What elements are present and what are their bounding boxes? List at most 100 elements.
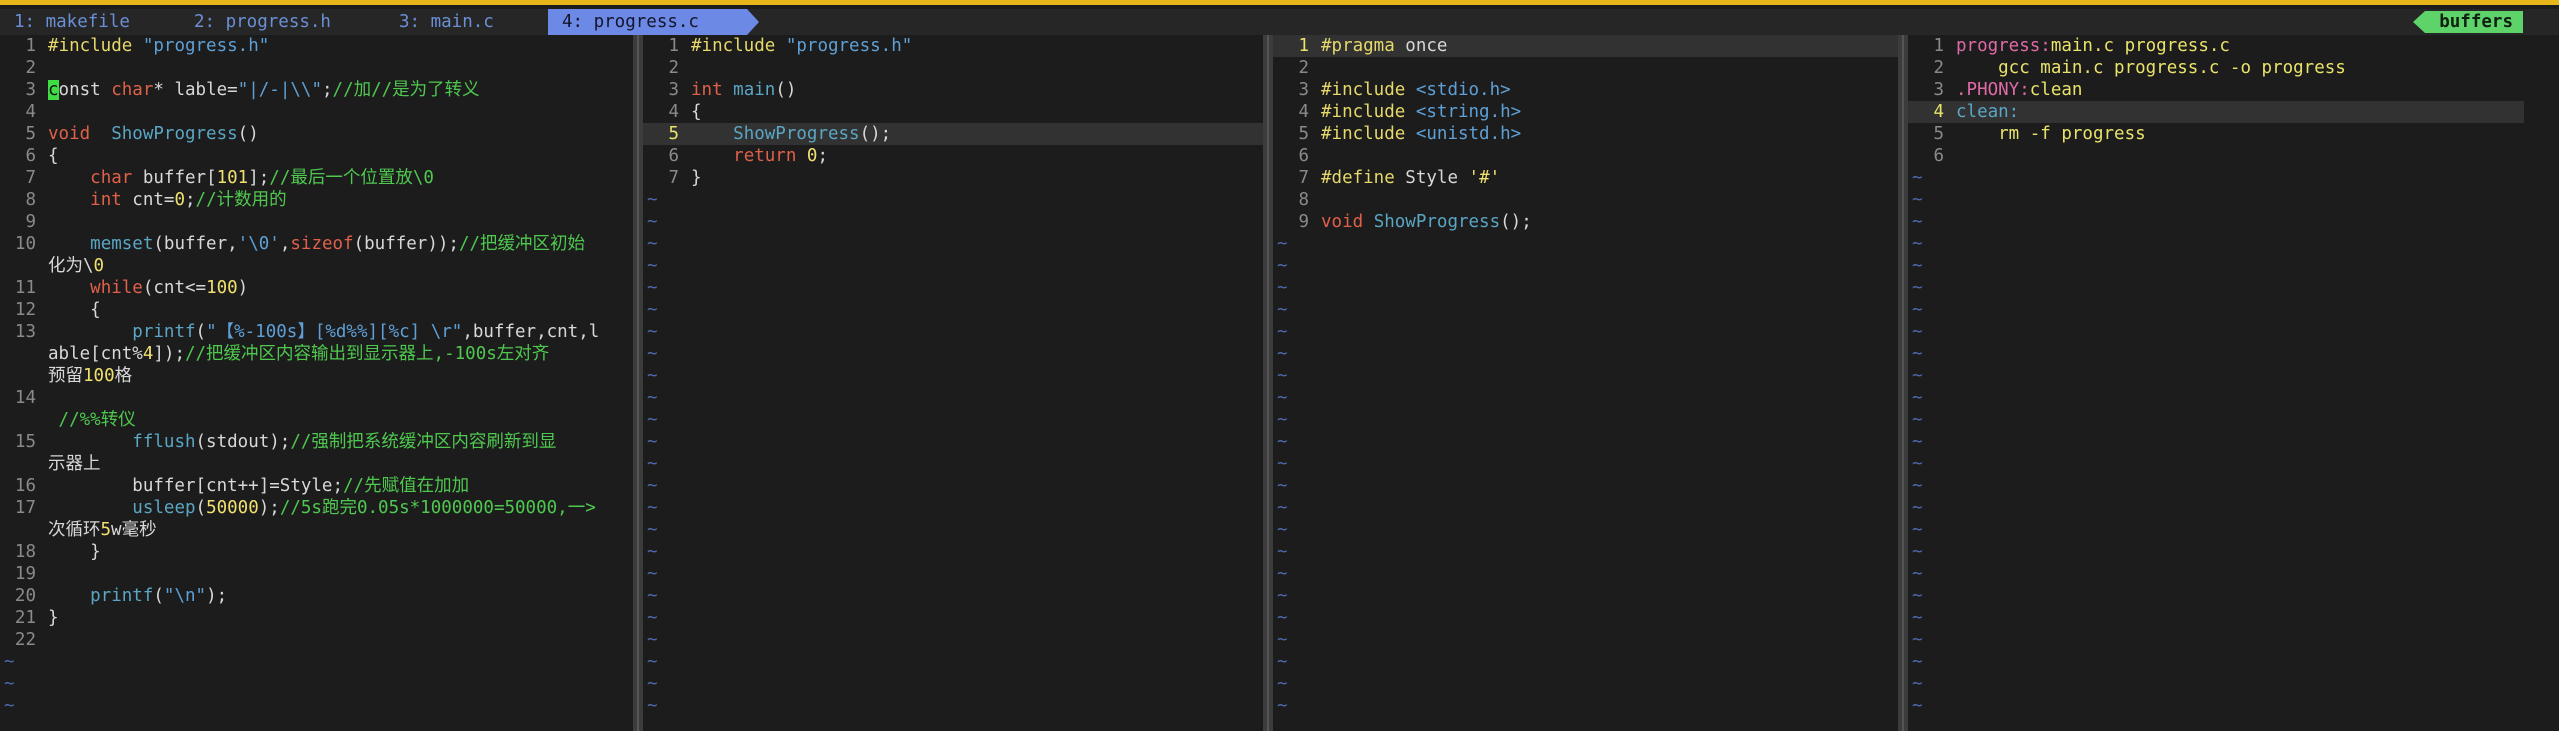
line-number: 3: [1298, 80, 1309, 100]
code-line[interactable]: 6 return 0;: [643, 145, 1263, 167]
code-line[interactable]: 14: [0, 387, 633, 409]
code-line[interactable]: 3 int main(): [643, 79, 1263, 101]
code-line[interactable]: 1 #pragma once: [1273, 35, 1898, 57]
code-line[interactable]: 2: [1273, 57, 1898, 79]
empty-line-marker: ~: [4, 652, 15, 672]
empty-line-marker: ~: [1912, 476, 1923, 496]
code-line[interactable]: 4: [0, 101, 633, 123]
code-line[interactable]: 12 {: [0, 299, 633, 321]
code-line[interactable]: 2: [643, 57, 1263, 79]
code-line[interactable]: 1 progress:main.c progress.c: [1908, 35, 2524, 57]
empty-line-marker: ~: [647, 520, 658, 540]
tab-progress-h[interactable]: 2: progress.h: [180, 9, 341, 35]
line-number: 5: [668, 124, 679, 144]
code-line[interactable]: 8 int cnt=0;//计数用的: [0, 189, 633, 211]
code-line[interactable]: 8: [1273, 189, 1898, 211]
code-line[interactable]: able[cnt%4]);//把缓冲区内容输出到显示器上,-100s左对齐: [0, 343, 633, 365]
code-line[interactable]: 6: [1273, 145, 1898, 167]
empty-line-marker: ~: [1277, 366, 1288, 386]
empty-line-marker: ~: [1277, 498, 1288, 518]
code-line[interactable]: 22: [0, 629, 633, 651]
code-line[interactable]: 化为\0: [0, 255, 633, 277]
line-number: 22: [14, 630, 36, 650]
empty-line-marker: ~: [1277, 300, 1288, 320]
tab-progress-c[interactable]: 4: progress.c: [548, 9, 759, 35]
editor-pane-makefile[interactable]: 1 progress:main.c progress.c 2 gcc main.c …: [1908, 35, 2524, 731]
empty-line-marker: ~: [647, 432, 658, 452]
code-line[interactable]: 15 fflush(stdout);//强制把系统缓冲区内容刷新到显: [0, 431, 633, 453]
line-text: while(cnt<=100): [90, 278, 249, 298]
tab-main-c[interactable]: 3: main.c: [385, 9, 504, 35]
code-line[interactable]: 6: [1908, 145, 2524, 167]
code-line[interactable]: 9 void ShowProgress();: [1273, 211, 1898, 233]
editor-pane-main-c[interactable]: 1 #include "progress.h" 2 3 int main() 4{5 Sh…: [643, 35, 1263, 731]
pane-divider[interactable]: [633, 35, 643, 731]
tab-label: 1: makefile: [14, 12, 130, 32]
line-number: 6: [668, 146, 679, 166]
line-number: 3: [1933, 80, 1944, 100]
line-number: 21: [14, 608, 36, 628]
code-line[interactable]: 11 while(cnt<=100): [0, 277, 633, 299]
code-line[interactable]: 3 #include <stdio.h>: [1273, 79, 1898, 101]
pane-divider[interactable]: [1898, 35, 1908, 731]
empty-line-marker: ~: [647, 498, 658, 518]
code-line[interactable]: 18 }: [0, 541, 633, 563]
code-line[interactable]: 5 void ShowProgress(): [0, 123, 633, 145]
code-line[interactable]: 9: [0, 211, 633, 233]
line-text: able[cnt%4]);//把缓冲区内容输出到显示器上,-100s左对齐: [48, 344, 550, 364]
tab-label: 4: progress.c: [562, 12, 699, 32]
empty-line-marker: ~: [1277, 520, 1288, 540]
line-number: 7: [668, 168, 679, 188]
tab-makefile[interactable]: 1: makefile: [0, 9, 140, 35]
code-line[interactable]: 7 #define Style '#': [1273, 167, 1898, 189]
code-line[interactable]: //%%转仪: [0, 409, 633, 431]
line-number: 15: [14, 432, 36, 452]
code-line[interactable]: 7}: [643, 167, 1263, 189]
empty-line-marker: ~: [647, 256, 658, 276]
line-text: void ShowProgress();: [1321, 212, 1532, 232]
code-line[interactable]: 4 clean:: [1908, 101, 2524, 123]
empty-line-marker: ~: [1277, 476, 1288, 496]
code-line[interactable]: 1 #include "progress.h": [0, 35, 633, 57]
code-line[interactable]: 预留100格: [0, 365, 633, 387]
code-line[interactable]: 次循环5w毫秒: [0, 519, 633, 541]
empty-line-marker: ~: [1277, 608, 1288, 628]
code-line[interactable]: 2: [0, 57, 633, 79]
code-line[interactable]: 5 rm -f progress: [1908, 123, 2524, 145]
code-line[interactable]: 6{: [0, 145, 633, 167]
line-text: buffer[cnt++]=Style;//先赋值在加加: [48, 476, 470, 496]
code-line[interactable]: 20 printf("\n");: [0, 585, 633, 607]
empty-line-marker: ~: [1277, 388, 1288, 408]
empty-line-marker: ~: [647, 542, 658, 562]
line-text: #include <stdio.h>: [1321, 80, 1511, 100]
line-number: 10: [14, 234, 36, 254]
editor-pane-progress-h[interactable]: 1 #pragma once 2 3 #include <stdio.h> 4 #inclu…: [1273, 35, 1898, 731]
line-text: }: [48, 608, 59, 628]
editor-pane-progress-c[interactable]: 1 #include "progress.h" 2 3 const char* labl…: [0, 35, 633, 731]
code-line[interactable]: 3 .PHONY:clean: [1908, 79, 2524, 101]
code-line[interactable]: 21}: [0, 607, 633, 629]
code-line[interactable]: 17 usleep(50000);//5s跑完0.05s*1000000=500…: [0, 497, 633, 519]
line-number: 11: [14, 278, 36, 298]
code-line[interactable]: 5 ShowProgress();: [643, 123, 1263, 145]
code-line[interactable]: 3 const char* lable="|/-|\\";//加//是为了转义: [0, 79, 633, 101]
code-line[interactable]: 16 buffer[cnt++]=Style;//先赋值在加加: [0, 475, 633, 497]
empty-line-marker: ~: [1277, 410, 1288, 430]
line-number: 16: [14, 476, 36, 496]
code-line[interactable]: 7 char buffer[101];//最后一个位置放\0: [0, 167, 633, 189]
code-line[interactable]: 4{: [643, 101, 1263, 123]
code-line[interactable]: 4 #include <string.h>: [1273, 101, 1898, 123]
code-line[interactable]: 1 #include "progress.h": [643, 35, 1263, 57]
vim-tabline: 1: makefile 2: progress.h 3: main.c 4: p…: [0, 9, 2559, 35]
code-line[interactable]: 13 printf("【%-100s】[%d%%][%c] \r",buffer…: [0, 321, 633, 343]
code-line[interactable]: 10 memset(buffer,'\0',sizeof(buffer));//…: [0, 233, 633, 255]
empty-line-marker: ~: [647, 652, 658, 672]
code-line[interactable]: 2 gcc main.c progress.c -o progress: [1908, 57, 2524, 79]
empty-line-marker: ~: [647, 586, 658, 606]
pane-divider[interactable]: [1263, 35, 1273, 731]
empty-line-marker: ~: [647, 696, 658, 716]
code-line[interactable]: 19: [0, 563, 633, 585]
code-line[interactable]: 5 #include <unistd.h>: [1273, 123, 1898, 145]
code-line[interactable]: 示器上: [0, 453, 633, 475]
line-text: clean:: [1956, 102, 2020, 122]
